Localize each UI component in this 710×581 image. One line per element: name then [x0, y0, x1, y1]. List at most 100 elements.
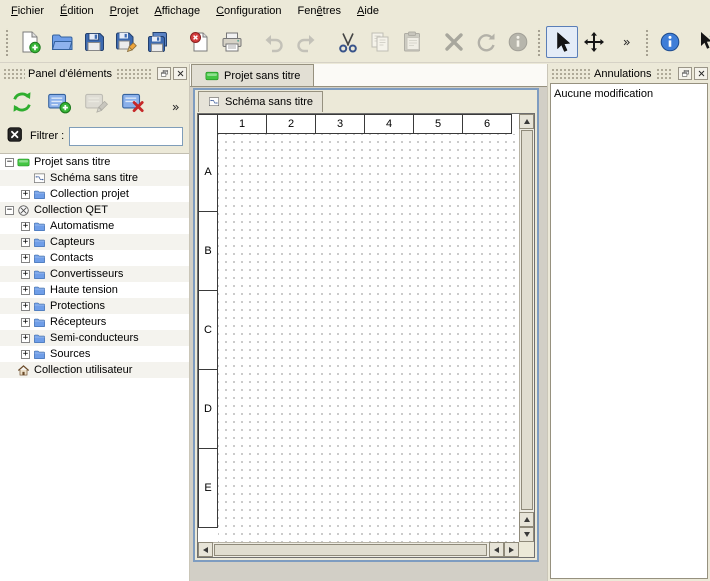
toolbar-overflow-button[interactable]: [610, 26, 642, 58]
column-label-1: 1: [217, 114, 267, 134]
menu-edit[interactable]: Édition: [52, 0, 102, 22]
expand-toggle[interactable]: +: [21, 270, 30, 279]
selection-mode-button[interactable]: [546, 26, 578, 58]
redo-button[interactable]: [290, 26, 322, 58]
diagram-view[interactable]: 123456 ABCDE: [197, 113, 535, 558]
paste-button[interactable]: [396, 26, 428, 58]
close-panel-button[interactable]: [694, 67, 708, 80]
qelectrotech-window: FichierÉditionProjetAffichageConfigurati…: [0, 0, 710, 581]
undo-button[interactable]: [258, 26, 290, 58]
tree-item-capteurs[interactable]: +Capteurs: [0, 234, 189, 250]
delete-button[interactable]: [438, 26, 470, 58]
dock-grip[interactable]: [551, 68, 591, 79]
scroll-right-button[interactable]: [504, 542, 519, 557]
horizontal-scrollbar[interactable]: [198, 542, 519, 557]
conductor-info-button[interactable]: [502, 26, 534, 58]
tree-item-diagram-untitled[interactable]: Schéma sans titre: [0, 170, 189, 186]
element-tree: −Projet sans titreSchéma sans titre+Coll…: [0, 153, 189, 581]
folder-icon: [33, 220, 46, 233]
menu-view[interactable]: Affichage: [146, 0, 208, 22]
elements-panel-toolbar: [0, 82, 189, 122]
save-as-button[interactable]: [110, 26, 142, 58]
about-button[interactable]: [654, 26, 686, 58]
print-button[interactable]: [216, 26, 248, 58]
expand-toggle[interactable]: +: [21, 318, 30, 327]
tab-diagram-untitled[interactable]: Schéma sans titre: [198, 91, 323, 112]
undo-panel-header[interactable]: Annulations: [548, 64, 710, 82]
scroll-up-button[interactable]: [519, 512, 534, 527]
menu-help[interactable]: Aide: [349, 0, 387, 22]
pan-mode-button[interactable]: [578, 26, 610, 58]
tree-item-project-untitled[interactable]: − Projet sans titre: [0, 154, 189, 170]
edit-element-button[interactable]: [81, 87, 111, 117]
expand-toggle[interactable]: +: [21, 334, 30, 343]
collapse-toggle[interactable]: −: [5, 158, 14, 167]
dock-grip[interactable]: [656, 68, 673, 79]
tree-item-project-collection[interactable]: +Collection projet: [0, 186, 189, 202]
close-panel-button[interactable]: [173, 67, 187, 80]
save-all-button[interactable]: [142, 26, 174, 58]
tree-item-sources[interactable]: +Sources: [0, 346, 189, 362]
rotate-button[interactable]: [470, 26, 502, 58]
delete-element-button[interactable]: [118, 87, 148, 117]
tree-item-qet-collection[interactable]: −Collection QET: [0, 202, 189, 218]
new-element-button[interactable]: [44, 87, 74, 117]
copy-button[interactable]: [364, 26, 396, 58]
cut-button[interactable]: [332, 26, 364, 58]
tree-item-haute-tension[interactable]: +Haute tension: [0, 282, 189, 298]
menu-file[interactable]: Fichier: [3, 0, 52, 22]
scroll-left-button[interactable]: [489, 542, 504, 557]
info-circle-icon: [658, 30, 682, 54]
expand-toggle[interactable]: +: [21, 286, 30, 295]
whats-this-button[interactable]: ?: [692, 26, 710, 58]
diagram-tab-label: Schéma sans titre: [225, 96, 313, 108]
expand-toggle[interactable]: +: [21, 222, 30, 231]
tree-item-recepteurs[interactable]: +Récepteurs: [0, 314, 189, 330]
clear-filter-button[interactable]: [6, 125, 25, 147]
tree-item-contacts[interactable]: +Contacts: [0, 250, 189, 266]
menu-project[interactable]: Projet: [102, 0, 147, 22]
save-button[interactable]: [78, 26, 110, 58]
undo-history-list[interactable]: Aucune modification: [550, 83, 708, 579]
new-project-button[interactable]: [14, 26, 46, 58]
collapse-toggle[interactable]: −: [5, 206, 14, 215]
expand-toggle[interactable]: +: [21, 302, 30, 311]
menu-windows[interactable]: Fenêtres: [290, 0, 349, 22]
reload-collections-button[interactable]: [7, 87, 37, 117]
tree-item-automatisme[interactable]: +Automatisme: [0, 218, 189, 234]
filter-input[interactable]: [69, 127, 183, 146]
diagram-grid[interactable]: [218, 134, 519, 542]
dock-grip[interactable]: [116, 68, 151, 79]
toolbar-grip[interactable]: [644, 28, 650, 56]
expand-toggle[interactable]: +: [21, 254, 30, 263]
float-panel-button[interactable]: [678, 67, 692, 80]
scroll-left-button[interactable]: [198, 542, 213, 557]
panel-toolbar-overflow-button[interactable]: [169, 101, 182, 117]
close-project-button[interactable]: [184, 26, 216, 58]
elements-panel-header[interactable]: Panel d'éléments: [0, 64, 189, 82]
toolbar-grip[interactable]: [4, 28, 10, 56]
toolbar-grip[interactable]: [536, 28, 542, 56]
tree-item-user-collection[interactable]: Collection utilisateur: [0, 362, 189, 378]
vertical-scroll-thumb[interactable]: [521, 130, 533, 510]
dock-grip[interactable]: [3, 68, 25, 79]
tree-item-semi-conducteurs[interactable]: + Semi-conducteurs: [0, 330, 189, 346]
menu-settings[interactable]: Configuration: [208, 0, 289, 22]
scroll-up-button[interactable]: [519, 114, 534, 129]
scroll-down-button[interactable]: [519, 527, 534, 542]
tree-item-label: Projet sans titre: [34, 156, 110, 168]
tree-item-convertisseurs[interactable]: +Convertisseurs: [0, 266, 189, 282]
folder-icon: [33, 236, 46, 249]
open-project-button[interactable]: [46, 26, 78, 58]
float-panel-button[interactable]: [157, 67, 171, 80]
close-file-icon: [188, 30, 212, 54]
folder-icon: [33, 316, 46, 329]
expand-toggle[interactable]: +: [21, 190, 30, 199]
vertical-scrollbar[interactable]: [519, 114, 534, 542]
expand-toggle[interactable]: +: [21, 238, 30, 247]
horizontal-scroll-thumb[interactable]: [214, 544, 487, 556]
tree-item-label: Semi-conducteurs: [50, 332, 139, 344]
tab-project-untitled[interactable]: Projet sans titre: [191, 64, 314, 86]
tree-item-protections[interactable]: +Protections: [0, 298, 189, 314]
expand-toggle[interactable]: +: [21, 350, 30, 359]
